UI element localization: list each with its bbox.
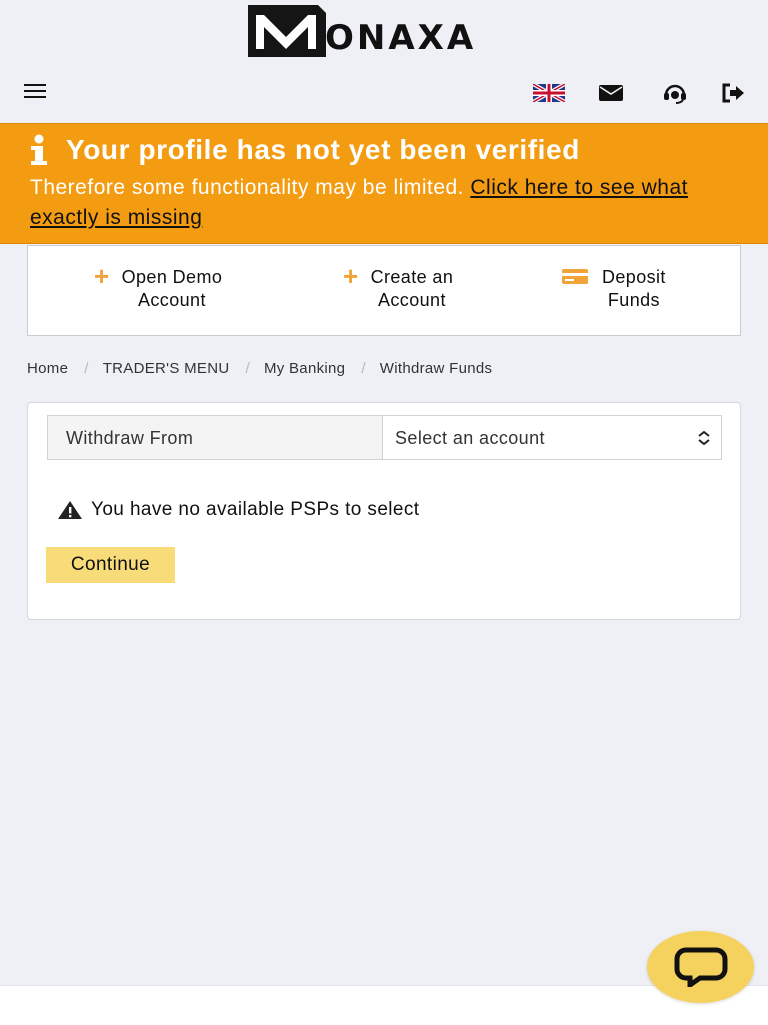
account-select-value: Select an account [395,428,545,448]
uk-flag-icon[interactable] [533,80,565,106]
top-nav-icons [0,80,768,106]
withdraw-form-card: Withdraw From Select an account You have… [27,402,741,620]
header: ONAXA [0,0,768,122]
action-label-line1: Open Demo [121,267,223,287]
deposit-funds-button[interactable]: Deposit Funds [562,266,666,312]
breadcrumb-separator: / [361,360,366,377]
create-account-button[interactable]: + Create an Account [343,261,454,312]
action-label-line2: Account [138,290,206,310]
breadcrumb-separator: / [84,360,89,377]
breadcrumb-separator: / [245,360,250,377]
credit-card-icon [562,269,588,284]
plus-icon: + [343,261,359,291]
action-label-line1: Create an [370,267,454,287]
brand-name: ONAXA [325,18,477,58]
plus-icon: + [94,261,110,291]
breadcrumb: Home / TRADER'S MENU / My Banking / Withdraw F… [27,360,492,377]
withdraw-from-row: Withdraw From Select an account [47,415,722,460]
breadcrumb-withdraw-funds: Withdraw Funds [379,360,493,377]
select-chevron-icon [698,430,710,446]
withdraw-from-label: Withdraw From [47,415,383,460]
info-icon [31,134,47,165]
no-psp-warning: You have no available PSPs to select [57,499,419,521]
action-label-line2: Funds [607,290,660,310]
quick-actions: + Open Demo Account + Create an Account … [27,245,741,336]
account-select[interactable]: Select an account [383,415,722,460]
footer-bar [0,985,768,1025]
headset-icon[interactable] [661,80,689,106]
open-demo-account-button[interactable]: + Open Demo Account [94,261,223,312]
continue-button[interactable]: Continue [46,547,175,583]
breadcrumb-home[interactable]: Home [27,360,68,377]
sign-out-icon[interactable] [720,80,746,106]
live-chat-button[interactable] [647,931,754,1003]
verification-alert: Your profile has not yet been verified T… [0,123,768,244]
alert-text: Therefore some functionality may be limi… [30,176,465,199]
alert-title: Your profile has not yet been verified [66,134,580,165]
breadcrumb-traders-menu[interactable]: TRADER'S MENU [103,360,230,377]
warning-text: You have no available PSPs to select [91,499,420,520]
warning-triangle-icon [58,501,82,519]
action-label-line2: Account [378,290,446,310]
envelope-icon[interactable] [597,80,625,106]
chat-bubble-icon [674,947,727,987]
brand-logo[interactable]: ONAXA [246,2,476,60]
breadcrumb-my-banking[interactable]: My Banking [264,360,345,377]
alert-message: Therefore some functionality may be limi… [30,173,750,233]
logo-mark-icon [248,5,326,57]
action-label-line1: Deposit [602,267,666,287]
